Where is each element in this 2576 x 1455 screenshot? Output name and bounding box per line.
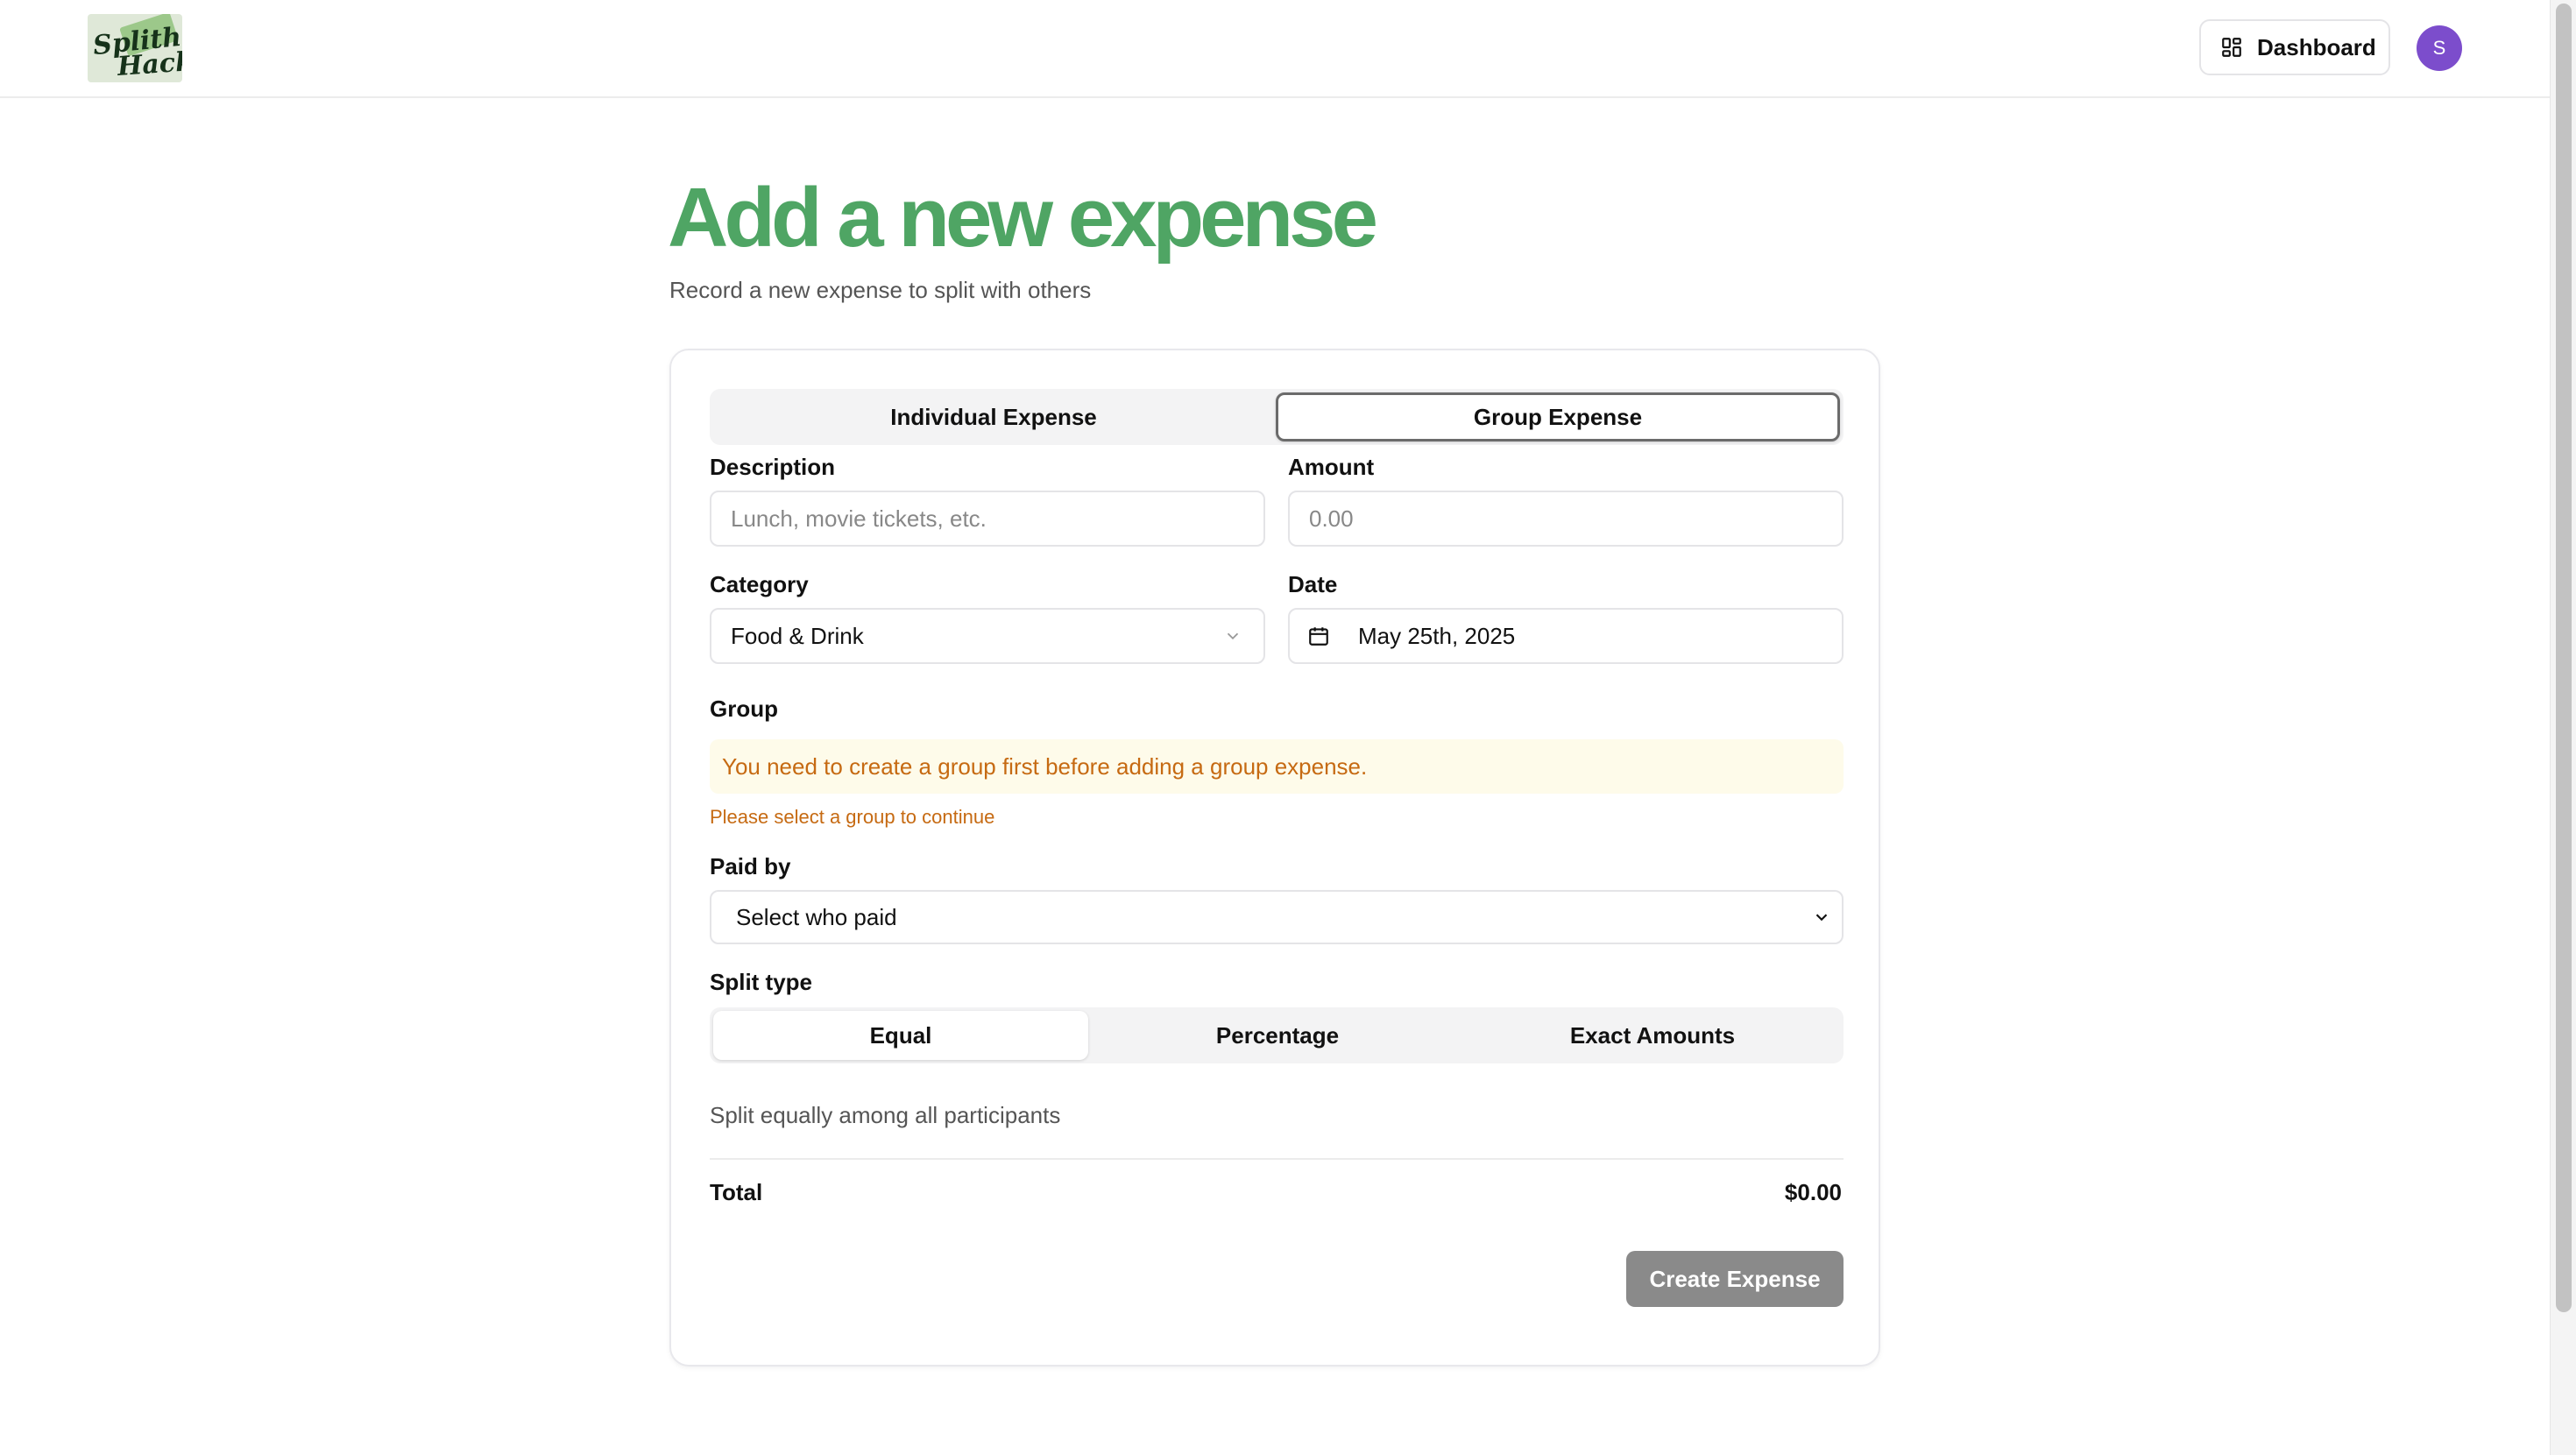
date-label: Date <box>1288 571 1338 597</box>
category-label: Category <box>710 571 809 597</box>
description-label: Description <box>710 454 836 480</box>
expense-type-tabs: Individual Expense Group Expense <box>710 389 1844 445</box>
group-error-message: Please select a group to continue <box>710 806 995 828</box>
dashboard-button[interactable]: Dashboard <box>2199 19 2390 75</box>
split-option-exact-amounts[interactable]: Exact Amounts <box>1465 1011 1840 1060</box>
amount-label: Amount <box>1288 454 1375 480</box>
category-select[interactable]: Food & Drink <box>710 608 1265 664</box>
scrollbar-thumb[interactable] <box>2556 4 2572 1312</box>
total-label: Total <box>710 1179 763 1205</box>
split-type-tabs: Equal Percentage Exact Amounts <box>710 1007 1844 1063</box>
app-logo[interactable]: Splith Hack <box>88 14 182 82</box>
total-value: $0.00 <box>1784 1179 1842 1205</box>
paid-by-selected-value: Select who paid <box>736 903 897 930</box>
top-header: Splith Hack Dashboard S <box>0 0 2550 98</box>
tab-individual-expense[interactable]: Individual Expense <box>713 392 1274 441</box>
description-field <box>710 491 1265 547</box>
calendar-icon <box>1309 627 1328 646</box>
split-option-percentage[interactable]: Percentage <box>1090 1011 1465 1060</box>
paid-by-label: Paid by <box>710 853 791 879</box>
chevron-down-icon <box>1815 914 1828 922</box>
page-subtitle: Record a new expense to split with other… <box>669 277 1092 303</box>
group-label: Group <box>710 696 778 722</box>
split-type-hint: Split equally among all participants <box>710 1102 1061 1128</box>
chevron-down-icon <box>1227 632 1239 640</box>
logo-text-line2: Hack <box>116 46 182 82</box>
dashboard-button-label: Dashboard <box>2257 33 2376 60</box>
amount-field <box>1288 491 1844 547</box>
page-scrollbar[interactable] <box>2550 0 2576 1455</box>
tab-group-expense[interactable]: Group Expense <box>1276 392 1840 441</box>
split-type-label: Split type <box>710 969 813 995</box>
split-option-equal[interactable]: Equal <box>713 1011 1088 1060</box>
create-expense-button[interactable]: Create Expense <box>1626 1251 1844 1307</box>
group-warning-alert: You need to create a group first before … <box>710 739 1844 794</box>
amount-input[interactable] <box>1290 492 1842 545</box>
paid-by-select[interactable]: Select who paid <box>710 890 1844 944</box>
page-title: Add a new expense <box>668 171 1378 265</box>
dashboard-grid-icon <box>2222 38 2241 57</box>
total-divider <box>710 1158 1844 1160</box>
user-avatar[interactable]: S <box>2417 25 2462 71</box>
description-input[interactable] <box>711 492 1263 545</box>
date-picker[interactable]: May 25th, 2025 <box>1288 608 1844 664</box>
category-selected-value: Food & Drink <box>731 622 864 649</box>
date-value: May 25th, 2025 <box>1358 622 1516 649</box>
expense-form-card: Individual Expense Group Expense Descrip… <box>669 349 1880 1367</box>
